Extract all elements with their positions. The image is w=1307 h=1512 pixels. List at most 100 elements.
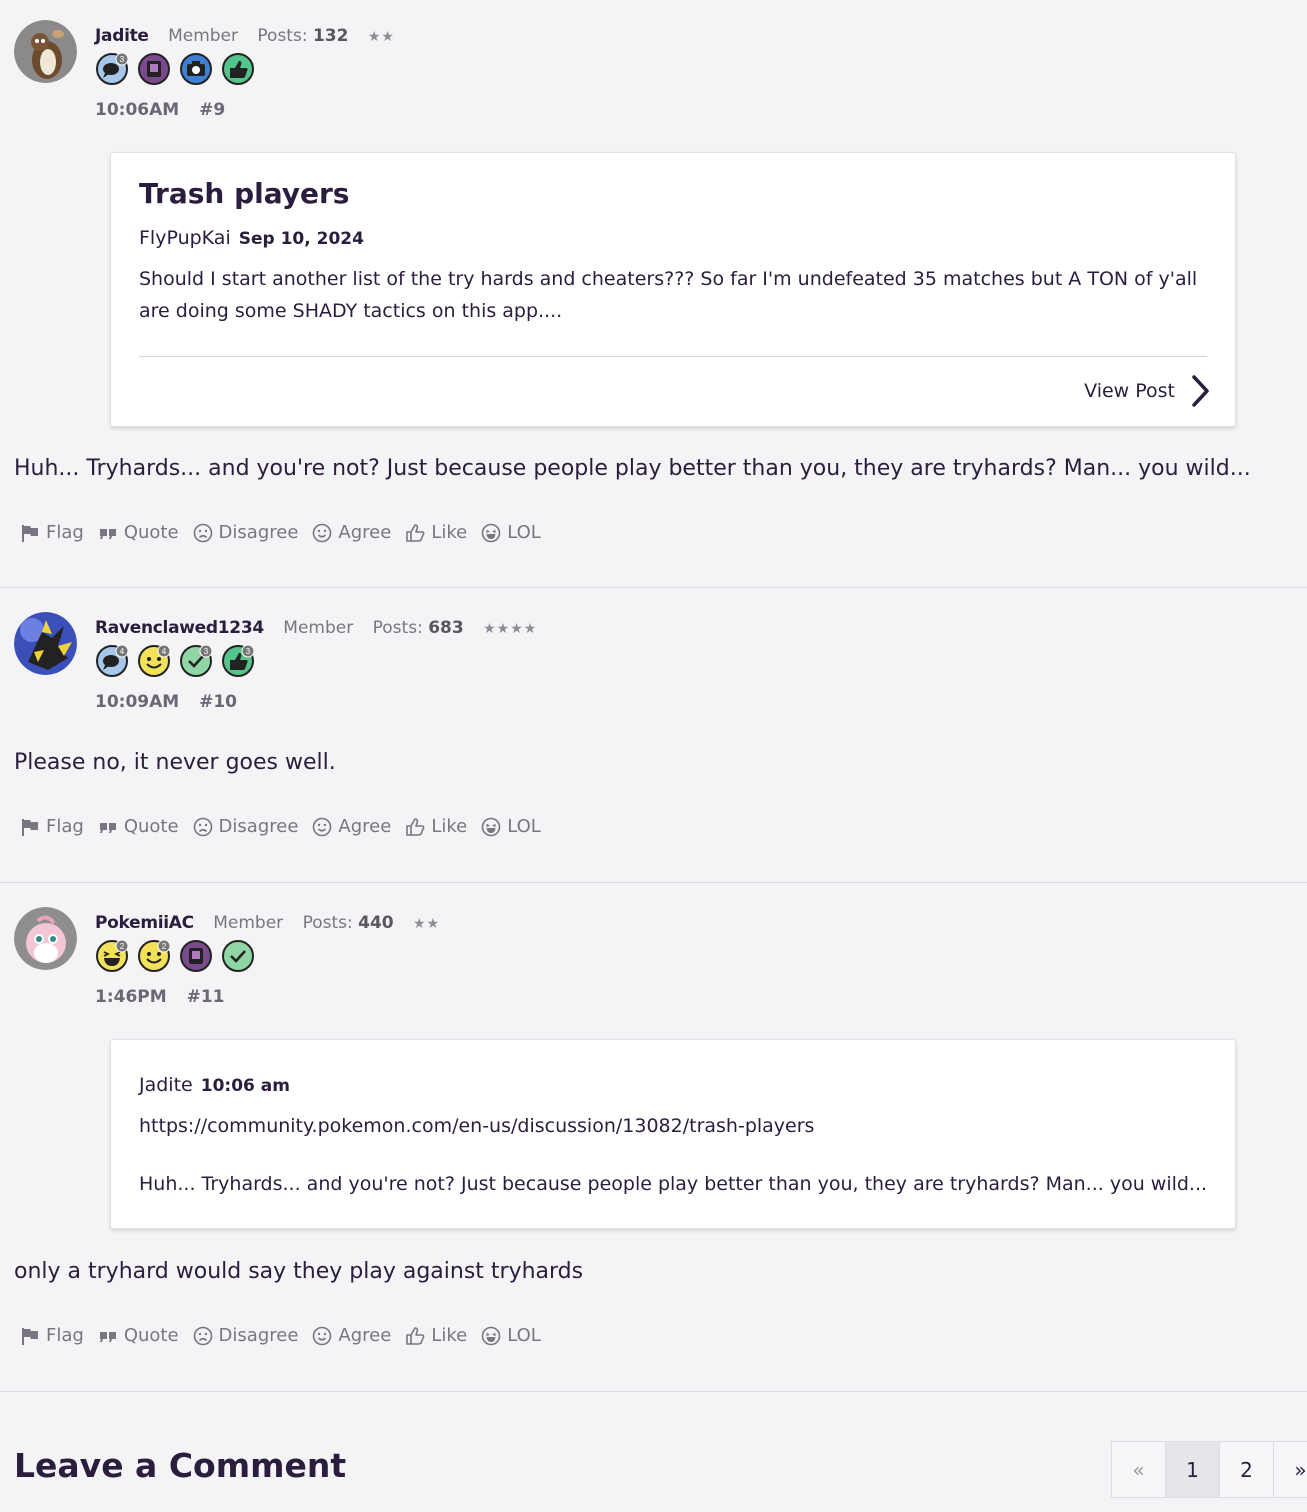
post-count: Posts: 683	[373, 618, 464, 638]
disagree-label[interactable]: Disagree	[219, 1325, 299, 1346]
lol-button[interactable]: LOL	[481, 1325, 541, 1346]
thumbs-up-badge-icon[interactable]	[221, 52, 255, 86]
agree-button[interactable]: Agree	[312, 522, 391, 543]
user-role: Member	[213, 913, 284, 933]
username[interactable]: Ravenclawed1234	[95, 618, 264, 638]
post-body: only a tryhard would say they play again…	[14, 1259, 584, 1284]
photo-frame-badge-icon[interactable]	[137, 52, 171, 86]
check-badge-icon[interactable]: 3	[179, 644, 213, 678]
post-actions: Flag Quote Disagree Agree Like LOL	[20, 522, 541, 543]
pagination-page-1[interactable]: 1	[1165, 1441, 1220, 1498]
flag-icon	[22, 1327, 38, 1345]
quote-icon	[99, 1331, 116, 1342]
post-time: 1:46PM	[95, 987, 167, 1007]
disagree-button[interactable]: Disagree	[193, 522, 299, 543]
quote-label[interactable]: Quote	[124, 522, 179, 543]
agree-button[interactable]: Agree	[312, 816, 391, 837]
laughing-badge-icon[interactable]: 2	[95, 939, 129, 973]
disagree-label[interactable]: Disagree	[219, 522, 299, 543]
quote-author-line: Jadite 10:06 am	[139, 1074, 290, 1096]
speech-bubble-badge-icon[interactable]: 3	[95, 52, 129, 86]
agree-label[interactable]: Agree	[338, 522, 391, 543]
smiley-badge-icon[interactable]: 2	[137, 939, 171, 973]
username[interactable]: PokemiiAC	[95, 913, 194, 933]
pagination-prev[interactable]: «	[1111, 1441, 1166, 1498]
post-meta: Jadite Member Posts: 132 ★★	[95, 26, 395, 46]
post-timestamp: 1:46PM #11	[95, 987, 239, 1007]
leave-comment-heading: Leave a Comment	[14, 1446, 347, 1485]
quote-button[interactable]: Quote	[98, 816, 179, 837]
quote-icon	[99, 822, 116, 833]
quote-label[interactable]: Quote	[124, 816, 179, 837]
shared-post-title[interactable]: Trash players	[139, 177, 349, 210]
avatar[interactable]	[14, 612, 77, 675]
disagree-label[interactable]: Disagree	[219, 816, 299, 837]
flag-button[interactable]: Flag	[20, 522, 84, 543]
flag-button[interactable]: Flag	[20, 1325, 84, 1346]
view-post-label[interactable]: View Post	[1084, 380, 1175, 402]
badge-count: 2	[162, 942, 167, 951]
avatar[interactable]	[14, 907, 77, 970]
quote-link[interactable]: https://community.pokemon.com/en-us/disc…	[139, 1115, 814, 1137]
post-count: Posts: 132	[257, 26, 348, 46]
like-button[interactable]: Like	[405, 816, 467, 837]
disagree-button[interactable]: Disagree	[193, 1325, 299, 1346]
photo-frame-badge-icon[interactable]	[179, 939, 213, 973]
shared-post-card[interactable]: Trash players FlyPupKai Sep 10, 2024 Shou…	[110, 152, 1236, 427]
speech-bubble-badge-icon[interactable]: 4	[95, 644, 129, 678]
like-button[interactable]: Like	[405, 1325, 467, 1346]
lol-label[interactable]: LOL	[507, 816, 541, 837]
post-count-label: Posts:	[302, 913, 353, 933]
post-body: Please no, it never goes well.	[14, 750, 336, 775]
post-number[interactable]: #10	[199, 692, 237, 712]
badge-count: 3	[204, 647, 209, 656]
smile-icon	[313, 523, 332, 542]
thumbs-up-icon	[406, 1326, 425, 1345]
post-body: Huh... Tryhards... and you're not? Just …	[14, 456, 1251, 481]
username[interactable]: Jadite	[95, 26, 149, 46]
smiley-badge-icon[interactable]: 4	[137, 644, 171, 678]
badge-list: 4 4 3 3	[95, 644, 255, 678]
post-number[interactable]: #11	[187, 987, 225, 1007]
avatar[interactable]	[14, 20, 77, 83]
agree-button[interactable]: Agree	[312, 1325, 391, 1346]
like-button[interactable]: Like	[405, 522, 467, 543]
lol-label[interactable]: LOL	[507, 522, 541, 543]
view-post-link[interactable]: View Post	[1084, 375, 1209, 407]
quote-button[interactable]: Quote	[98, 1325, 179, 1346]
lol-label[interactable]: LOL	[507, 1325, 541, 1346]
quote-label[interactable]: Quote	[124, 1325, 179, 1346]
post-actions: Flag Quote Disagree Agree Like LOL	[20, 1325, 541, 1346]
badge-count: 3	[120, 55, 125, 64]
quote-text: Huh... Tryhards... and you're not? Just …	[139, 1173, 1208, 1195]
lol-button[interactable]: LOL	[481, 816, 541, 837]
user-role: Member	[168, 26, 238, 46]
laugh-icon	[481, 817, 501, 836]
flag-label[interactable]: Flag	[46, 522, 84, 543]
agree-label[interactable]: Agree	[338, 816, 391, 837]
pagination-next[interactable]: »	[1273, 1441, 1307, 1498]
like-label[interactable]: Like	[431, 522, 467, 543]
lol-button[interactable]: LOL	[481, 522, 541, 543]
flag-label[interactable]: Flag	[46, 1325, 84, 1346]
post-time: 10:09AM	[95, 692, 180, 712]
agree-label[interactable]: Agree	[338, 1325, 391, 1346]
shared-post-author[interactable]: FlyPupKai	[139, 227, 231, 249]
post-number[interactable]: #9	[199, 100, 225, 120]
like-label[interactable]: Like	[431, 1325, 467, 1346]
quote-button[interactable]: Quote	[98, 522, 179, 543]
frown-icon	[193, 817, 212, 836]
like-label[interactable]: Like	[431, 816, 467, 837]
flag-button[interactable]: Flag	[20, 816, 84, 837]
post-timestamp: 10:06AM #9	[95, 100, 239, 120]
check-badge-icon[interactable]	[221, 939, 255, 973]
camera-badge-icon[interactable]	[179, 52, 213, 86]
pagination-page-2[interactable]: 2	[1219, 1441, 1274, 1498]
flag-icon	[22, 818, 38, 836]
divider	[139, 356, 1207, 357]
flag-label[interactable]: Flag	[46, 816, 84, 837]
thumbs-up-badge-icon[interactable]: 3	[221, 644, 255, 678]
disagree-button[interactable]: Disagree	[193, 816, 299, 837]
smile-icon	[313, 1326, 332, 1345]
quote-author[interactable]: Jadite	[139, 1074, 193, 1096]
